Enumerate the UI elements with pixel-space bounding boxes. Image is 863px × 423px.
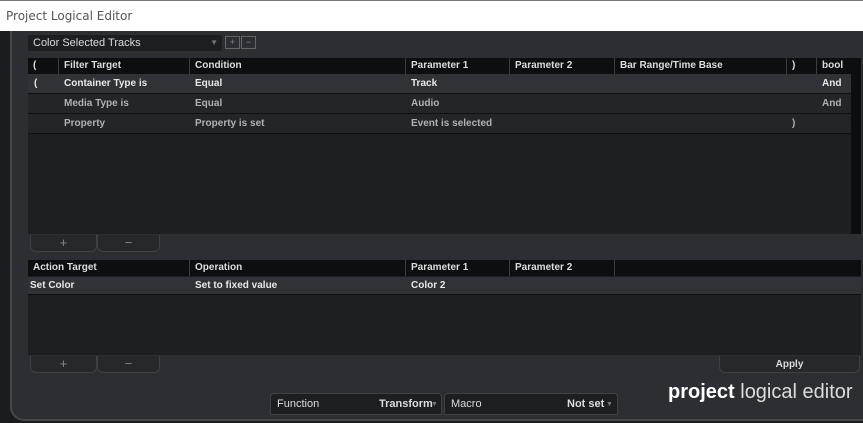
function-dropdown[interactable]: Function Transform ▼ — [270, 393, 442, 415]
table-cell: Equal — [195, 98, 223, 109]
filter-scrollbar[interactable] — [851, 58, 861, 234]
table-row[interactable]: ( Container Type is Equal Track And — [28, 74, 851, 94]
chevron-down-icon: ▼ — [210, 38, 218, 47]
table-cell: ) — [792, 118, 796, 129]
column-header: Parameter 1 — [405, 58, 509, 74]
macro-dropdown[interactable]: Macro Not set ▼ — [444, 393, 618, 415]
column-header: Action Target — [33, 262, 97, 273]
table-cell: Equal — [195, 78, 223, 89]
table-cell: Media Type is — [64, 98, 129, 109]
add-action-button[interactable]: + — [30, 356, 97, 373]
column-header — [614, 260, 861, 276]
logo-bold: project — [668, 381, 735, 403]
column-header: bool — [816, 58, 848, 74]
column-header: Parameter 2 — [509, 260, 614, 276]
table-cell: Audio — [411, 98, 440, 109]
preset-value: Color Selected Tracks — [33, 37, 141, 49]
table-cell: Event is selected — [411, 118, 493, 129]
table-cell: ( — [34, 78, 38, 89]
filter-table: ( Filter Target Condition Parameter 1 Parame… — [28, 58, 851, 234]
column-header: Filter Target — [58, 58, 189, 74]
table-cell: Color 2 — [411, 280, 446, 291]
column-header: Operation — [189, 260, 405, 276]
table-cell: Property is set — [195, 118, 265, 129]
table-cell: Container Type is — [64, 78, 148, 89]
logo-rest: logical editor — [734, 381, 853, 403]
table-row[interactable]: Set Color Set to fixed value Color 2 — [28, 277, 861, 295]
remove-action-button[interactable]: − — [97, 356, 160, 373]
table-cell: Set Color — [30, 280, 75, 291]
table-row[interactable]: Property Property is set Event is selected… — [28, 114, 851, 134]
chevron-down-icon: ▼ — [606, 401, 613, 408]
remove-filter-button[interactable]: − — [97, 235, 160, 252]
column-header: Condition — [189, 58, 405, 74]
table-cell: Property — [64, 118, 106, 129]
macro-label: Macro — [451, 398, 482, 410]
add-preset-icon[interactable]: + — [225, 36, 240, 49]
function-label: Function — [277, 398, 320, 410]
function-value: Transform — [379, 398, 433, 410]
window-title: Project Logical Editor — [6, 9, 133, 23]
table-cell: Set to fixed value — [195, 280, 278, 291]
preset-dropdown[interactable]: Color Selected Tracks ▼ — [28, 35, 222, 51]
logo: project logical editor — [668, 381, 853, 404]
column-header: Bar Range/Time Base — [614, 58, 786, 74]
table-cell: And — [822, 98, 842, 109]
action-table: Action Target Operation Parameter 1 Paramet… — [28, 260, 861, 355]
column-header: ) — [786, 58, 816, 74]
table-row[interactable]: Media Type is Equal Audio And — [28, 94, 851, 114]
remove-preset-icon[interactable]: − — [241, 36, 256, 49]
column-header: ( — [33, 60, 37, 71]
macro-value: Not set — [567, 398, 605, 410]
table-cell: And — [822, 78, 842, 89]
table-cell: Track — [411, 78, 438, 89]
add-filter-button[interactable]: + — [30, 235, 97, 252]
title-bar: Project Logical Editor — [0, 0, 863, 31]
column-header: Parameter 2 — [509, 58, 614, 74]
column-header: Parameter 1 — [405, 260, 509, 276]
apply-button[interactable]: Apply — [719, 356, 860, 373]
chevron-down-icon: ▼ — [431, 401, 438, 408]
